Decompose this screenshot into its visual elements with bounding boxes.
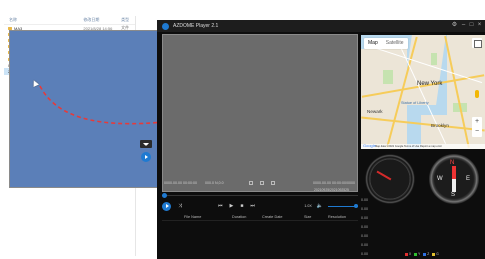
file-row[interactable]: 20210925170819_000001FA.MP42021/11/18 14… (4, 30, 205, 188)
speedometer (365, 154, 415, 204)
screenshot: 名称 修改日期 类型 MA32021/8/28 14:56文件MA3052021… (0, 0, 485, 259)
legend-item: G (432, 252, 439, 256)
time-right: 0000.00.00 00:00:00/0000 (313, 180, 355, 185)
col-size[interactable]: Size (304, 215, 311, 219)
file-name: 20210925170819_000001FA.MP4 (4, 30, 205, 188)
name-column-header[interactable]: 名称 (4, 17, 83, 23)
tab-map[interactable]: Map (364, 38, 382, 49)
compass-e: E (466, 176, 471, 182)
settings-icon[interactable]: ⚙ (451, 22, 458, 29)
maximize-button[interactable]: □ (468, 22, 475, 29)
map-attribution: Map data ©2021 Google Terms of Use Repor… (361, 144, 485, 149)
file-table-header: File Name Duration Create Date Size Reso… (162, 213, 358, 221)
play-button[interactable] (162, 201, 171, 211)
play-small-button[interactable]: ▶ (230, 203, 234, 209)
col-resolution[interactable]: Resolution (328, 215, 346, 219)
compass-n: N (450, 160, 455, 166)
axis-label: 0.00 (361, 252, 368, 256)
video-file-icon (9, 30, 205, 188)
progress-bar[interactable] (162, 193, 358, 198)
date-column-header[interactable]: 修改日期 (83, 17, 121, 23)
map-label-liberty: Statue of Liberty (401, 101, 429, 105)
file-list: MA32021/8/28 14:56文件MA3052021/8/28 14:05… (4, 25, 205, 188)
col-file-name[interactable]: File Name (184, 215, 201, 219)
screenshot-icon[interactable] (260, 180, 264, 185)
file-list-header: 名称 修改日期 类型 (4, 16, 135, 25)
col-duration[interactable]: Duration (232, 215, 246, 219)
shuffle-icon[interactable]: ⤨ (178, 203, 182, 209)
map-label-brooklyn: Brooklyn (431, 123, 449, 128)
file-explorer: 名称 修改日期 类型 MA32021/8/28 14:56文件MA3052021… (4, 16, 205, 256)
player-window: AZDOME Player 2.1 ⚙ – □ × 0000.00.00 00:… (157, 20, 485, 259)
app-logo-icon (162, 22, 169, 30)
map-panel[interactable]: Map Satellite New York Statue of Liberty… (361, 35, 485, 149)
street-view-icon[interactable] (475, 90, 479, 98)
legend-item: Z (423, 252, 429, 256)
title-bar: AZDOME Player 2.1 ⚙ – □ × (157, 20, 485, 32)
compass-w: W (437, 176, 443, 182)
axis-label: 0.00 (361, 207, 368, 211)
fullscreen-icon[interactable] (271, 180, 275, 185)
tab-satellite[interactable]: Satellite (382, 38, 408, 49)
map-type-tabs: Map Satellite (364, 38, 408, 49)
dashcam-icon (140, 140, 152, 148)
col-create-date[interactable]: Create Date (262, 215, 282, 219)
playback-controls: ⤨ ⏮ ▶ ■ ⏭ 1.0X 🔈 (162, 200, 358, 212)
speed-indicator[interactable]: 1.0X (304, 204, 311, 208)
axis-label: 0.00 (361, 225, 368, 229)
map-label-newark: Newark (367, 109, 383, 114)
next-button[interactable]: ⏭ (250, 203, 255, 209)
volume-icon[interactable]: 🔈 (317, 203, 323, 209)
gsensor-legend: XYZG (405, 252, 439, 256)
compass: N S W E (429, 154, 479, 204)
file-table-body (162, 222, 358, 258)
window-title: AZDOME Player 2.1 (173, 23, 219, 29)
volume-slider[interactable] (328, 203, 358, 208)
stop-button[interactable]: ■ (240, 203, 243, 209)
progress-handle[interactable] (162, 193, 167, 198)
close-button[interactable]: × (476, 22, 483, 29)
map-label-city: New York (417, 81, 443, 87)
map-fullscreen-icon[interactable] (472, 38, 482, 48)
axis-label: 0.00 (361, 216, 368, 220)
video-display[interactable] (162, 34, 358, 192)
speed-needle (376, 170, 392, 181)
view-controls (249, 178, 275, 187)
legend-item: X (405, 252, 411, 256)
previous-button[interactable]: ⏮ (218, 203, 223, 209)
compass-s: S (451, 192, 456, 198)
google-logo: Google (363, 143, 376, 148)
gps-coordinates: 000.0 N,0.0 (204, 180, 224, 185)
map-zoom-control[interactable]: + − (472, 117, 482, 137)
axis-label: 0.00 (361, 198, 368, 202)
time-left: 0000.00.00 00:00:00 (164, 180, 197, 185)
legend-item: Y (414, 252, 420, 256)
view-toggle-icon[interactable] (249, 180, 253, 185)
gauge-panel: N S W E › (361, 150, 485, 259)
compass-needle (452, 166, 456, 192)
axis-label: 0.00 (361, 234, 368, 238)
axis-label: 0.00 (361, 243, 368, 247)
player-app-icon[interactable] (141, 152, 151, 162)
type-column-header[interactable]: 类型 (121, 17, 135, 23)
minimize-button[interactable]: – (460, 22, 467, 29)
folder-path: 20210925/2021092525 (314, 188, 349, 192)
